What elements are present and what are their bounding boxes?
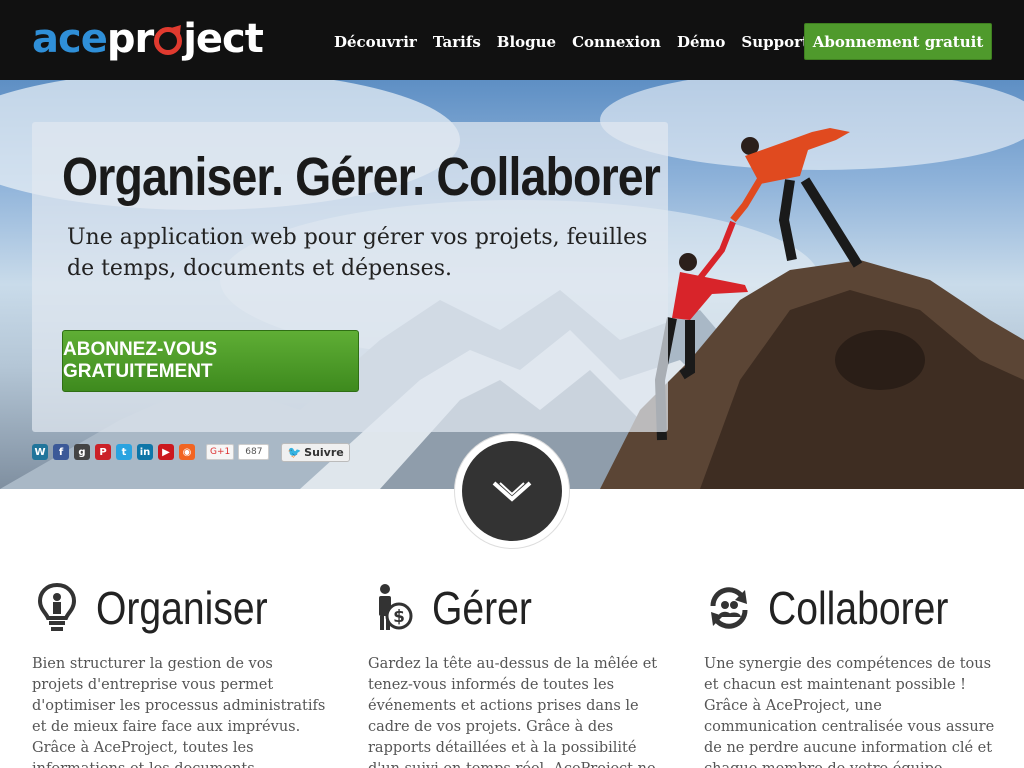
feature-text: Bien structurer la gestion de vos projet… (32, 656, 326, 768)
twitter-bird-icon: 🐦 (287, 445, 302, 459)
person-dollar-icon: $ (368, 582, 418, 634)
google-plus-one-button[interactable]: G+1 (206, 444, 235, 460)
logo-text-pr: pr (106, 16, 154, 62)
feature-gerer: $ Gérer Gardez la tête au-dessus de la m… (368, 580, 663, 768)
hero-subtitle: Une application web pour gérer vos proje… (67, 225, 648, 281)
nav-blogue[interactable]: Blogue (497, 33, 556, 51)
scroll-down-button[interactable] (462, 441, 562, 541)
feature-text: Gardez la tête au-dessus de la mêlée et … (368, 656, 658, 768)
feature-title: Collaborer (768, 582, 949, 634)
logo-text-ace: ace (32, 16, 108, 62)
feature-title: Gérer (432, 582, 532, 634)
feature-title: Organiser (96, 582, 268, 634)
social-share-bar: W f g P t in ▶ ◉ G+1 687 🐦 Suivre (32, 442, 350, 462)
nav-connexion[interactable]: Connexion (572, 33, 661, 51)
hero-title: Organiser. Gérer. Collaborer (62, 147, 661, 207)
hero-banner: Organiser. Gérer. Collaborer Une applica… (0, 80, 1024, 489)
nav-support[interactable]: Support (741, 33, 809, 51)
nav-tarifs[interactable]: Tarifs (433, 33, 481, 51)
nav-demo[interactable]: Démo (677, 33, 725, 51)
subscribe-free-button[interactable]: ABONNEZ-VOUS GRATUITEMENT (62, 330, 359, 392)
logo-ring-icon (154, 27, 183, 55)
lightbulb-person-icon (32, 582, 82, 634)
feature-collaborer: Collaborer Une synergie des compétences … (704, 580, 999, 768)
google-plus-count: 687 (238, 444, 270, 460)
chevron-down-icon (492, 481, 532, 502)
google-icon[interactable]: g (74, 444, 90, 460)
youtube-icon[interactable]: ▶ (158, 444, 174, 460)
people-cycle-icon (704, 582, 754, 634)
svg-text:$: $ (393, 607, 405, 627)
feature-text: Une synergie des compétences de tous et … (704, 656, 995, 768)
feature-organiser: Organiser Bien structurer la gestion de … (32, 580, 327, 768)
nav-decouvrir[interactable]: Découvrir (334, 33, 417, 51)
logo-text-ject: ject (183, 16, 264, 62)
pinterest-icon[interactable]: P (95, 444, 111, 460)
wordpress-icon[interactable]: W (32, 444, 48, 460)
facebook-icon[interactable]: f (53, 444, 69, 460)
follow-label: Suivre (304, 445, 344, 459)
twitter-icon[interactable]: t (116, 444, 132, 460)
twitter-follow-button[interactable]: 🐦 Suivre (281, 442, 350, 462)
aceproject-logo[interactable]: ace pr ject (32, 14, 264, 64)
free-subscription-button[interactable]: Abonnement gratuit (804, 23, 992, 60)
main-nav: Découvrir Tarifs Blogue Connexion Démo S… (326, 24, 817, 60)
rss-icon[interactable]: ◉ (179, 444, 195, 460)
linkedin-icon[interactable]: in (137, 444, 153, 460)
top-navigation-bar: ace pr ject Découvrir Tarifs Blogue Conn… (0, 0, 1024, 80)
